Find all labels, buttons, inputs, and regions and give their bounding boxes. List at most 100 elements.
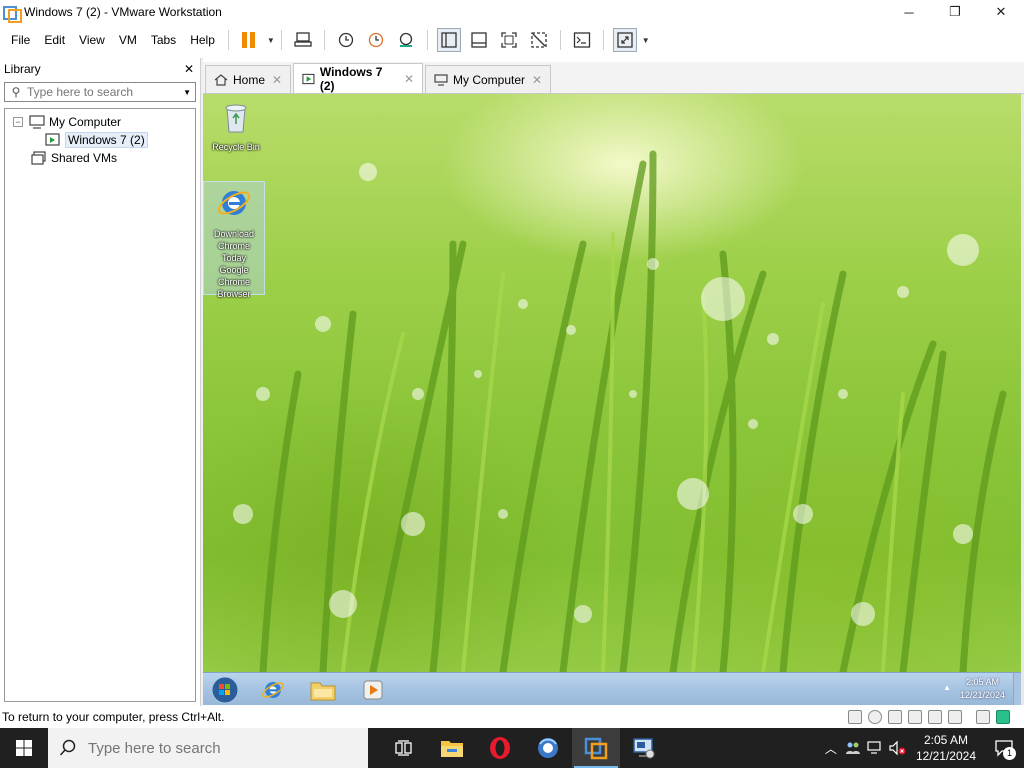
taskbar-remote-desktop[interactable] (620, 728, 668, 768)
tree-label: Shared VMs (51, 151, 118, 165)
tab-close-button[interactable]: ✕ (404, 72, 414, 86)
title-bar: Windows 7 (2) - VMware Workstation ─ ❐ ✕ (0, 0, 1024, 24)
taskbar-vmware-workstation[interactable] (572, 728, 620, 768)
unity-button[interactable] (527, 28, 551, 52)
host-clock-time: 2:05 AM (923, 733, 968, 747)
tab-my-computer[interactable]: My Computer ✕ (425, 65, 551, 93)
shared-vms-icon (31, 151, 47, 165)
tree-label: Windows 7 (2) (65, 132, 148, 148)
close-button[interactable]: ✕ (978, 0, 1024, 24)
taskbar-file-explorer[interactable] (428, 728, 476, 768)
menu-help[interactable]: Help (183, 33, 222, 47)
window-title: Windows 7 (2) - VMware Workstation (24, 5, 222, 19)
chevron-down-icon[interactable]: ▼ (183, 88, 191, 97)
printer-icon[interactable] (948, 710, 962, 724)
tab-close-button[interactable]: ✕ (532, 73, 542, 87)
library-panel-icon (441, 32, 457, 48)
opera-icon (490, 737, 510, 759)
guest-tray-arrow[interactable]: ▲ (943, 683, 951, 692)
network-icon[interactable] (864, 728, 886, 768)
taskbar-opera[interactable] (476, 728, 524, 768)
snapshot-manager-button[interactable] (394, 28, 418, 52)
menu-view[interactable]: View (72, 33, 112, 47)
full-screen-icon (501, 32, 517, 48)
stretch-icon (617, 32, 633, 48)
guest-taskbar: ▲ 2:05 AM 12/21/2024 (203, 672, 1021, 705)
guest-taskbar-media-player[interactable] (353, 675, 393, 704)
guest-show-desktop-button[interactable] (1013, 673, 1021, 705)
send-ctrl-alt-del-button[interactable] (291, 28, 315, 52)
host-search-box[interactable] (48, 728, 368, 768)
tray-overflow-chevron[interactable]: ︿ (820, 728, 842, 768)
guest-taskbar-ie[interactable] (253, 675, 293, 704)
maximize-button[interactable]: ❐ (932, 0, 978, 24)
message-log-icon[interactable] (996, 710, 1010, 724)
tab-close-button[interactable]: ✕ (272, 73, 282, 87)
tree-item-my-computer[interactable]: − My Computer (5, 113, 195, 131)
host-clock[interactable]: 2:05 AM 12/21/2024 (916, 732, 976, 764)
library-header: Library ✕ (0, 58, 200, 80)
snapshot-take-button[interactable] (334, 28, 358, 52)
people-network-icon[interactable] (842, 728, 864, 768)
vm-console[interactable]: Recycle Bin Download Chrome Today Google… (203, 94, 1021, 705)
host-taskbar: ︿ 2:05 AM 12/21/2024 1 (0, 728, 1024, 768)
usb-controller-icon[interactable] (908, 710, 922, 724)
snapshot-revert-icon (368, 32, 383, 48)
host-system-tray: ︿ 2:05 AM 12/21/2024 1 (820, 728, 1024, 768)
media-player-icon (363, 680, 383, 699)
full-screen-button[interactable] (497, 28, 521, 52)
tab-windows-7-2[interactable]: Windows 7 (2) ✕ (293, 63, 423, 93)
tab-label: Home (233, 72, 266, 87)
power-dropdown-arrow[interactable]: ▼ (267, 36, 275, 45)
display-icon[interactable] (976, 710, 990, 724)
hard-disk-icon[interactable] (848, 710, 862, 724)
taskbar-browser[interactable] (524, 728, 572, 768)
library-search-box[interactable]: ⚲ ▼ (4, 82, 196, 102)
toolbar-separator (280, 30, 282, 50)
menu-vm[interactable]: VM (112, 33, 144, 47)
menu-file[interactable]: File (4, 33, 37, 47)
volume-muted-icon[interactable] (886, 728, 908, 768)
browser-globe-icon (538, 738, 558, 758)
task-view-button[interactable] (380, 728, 428, 768)
window-controls: ─ ❐ ✕ (886, 0, 1024, 24)
toolbar-separator (227, 30, 229, 50)
console-view-button[interactable] (570, 28, 594, 52)
menu-bar: File Edit View VM Tabs Help ▼ ▼ (0, 24, 1024, 56)
desktop-icon-download-chrome[interactable]: Download Chrome Today Google Chrome Brow… (203, 181, 265, 299)
minimize-button[interactable]: ─ (886, 0, 932, 24)
action-center-button[interactable]: 1 (984, 728, 1024, 768)
guest-start-button[interactable] (205, 675, 245, 704)
tree-item-shared-vms[interactable]: Shared VMs (5, 149, 195, 167)
toolbar-separator (602, 30, 604, 50)
menu-tabs[interactable]: Tabs (144, 33, 183, 47)
show-thumbnail-bar-button[interactable] (467, 28, 491, 52)
recycle-bin-icon (225, 104, 247, 133)
file-explorer-icon (441, 741, 463, 757)
library-title: Library (4, 62, 41, 76)
guest-taskbar-explorer[interactable] (303, 675, 343, 704)
library-close-button[interactable]: ✕ (184, 62, 194, 76)
pause-button[interactable] (238, 28, 262, 52)
snapshot-revert-button[interactable] (364, 28, 388, 52)
vmware-icon (584, 737, 608, 760)
network-adapter-icon[interactable] (888, 710, 902, 724)
library-search-input[interactable] (27, 85, 167, 99)
guest-desktop[interactable]: Recycle Bin Download Chrome Today Google… (203, 94, 1021, 672)
sound-card-icon[interactable] (928, 710, 942, 724)
tab-label: Windows 7 (2) (319, 64, 383, 93)
desktop-icon-recycle-bin[interactable]: Recycle Bin (205, 100, 267, 153)
menu-edit[interactable]: Edit (37, 33, 72, 47)
stretch-guest-button[interactable] (612, 28, 637, 52)
tree-item-windows-7-2[interactable]: Windows 7 (2) (5, 131, 195, 149)
host-search-input[interactable] (88, 739, 348, 757)
host-start-button[interactable] (0, 728, 48, 768)
stretch-dropdown-arrow[interactable]: ▼ (642, 36, 650, 45)
device-status-icons (848, 710, 1010, 724)
collapse-toggle[interactable]: − (13, 117, 23, 127)
show-library-button[interactable] (436, 28, 461, 52)
guest-clock[interactable]: 2:05 AM 12/21/2024 (960, 676, 1005, 702)
wallpaper-grass-image (233, 150, 1007, 672)
tab-home[interactable]: Home ✕ (205, 65, 291, 93)
cd-dvd-icon[interactable] (868, 710, 882, 724)
